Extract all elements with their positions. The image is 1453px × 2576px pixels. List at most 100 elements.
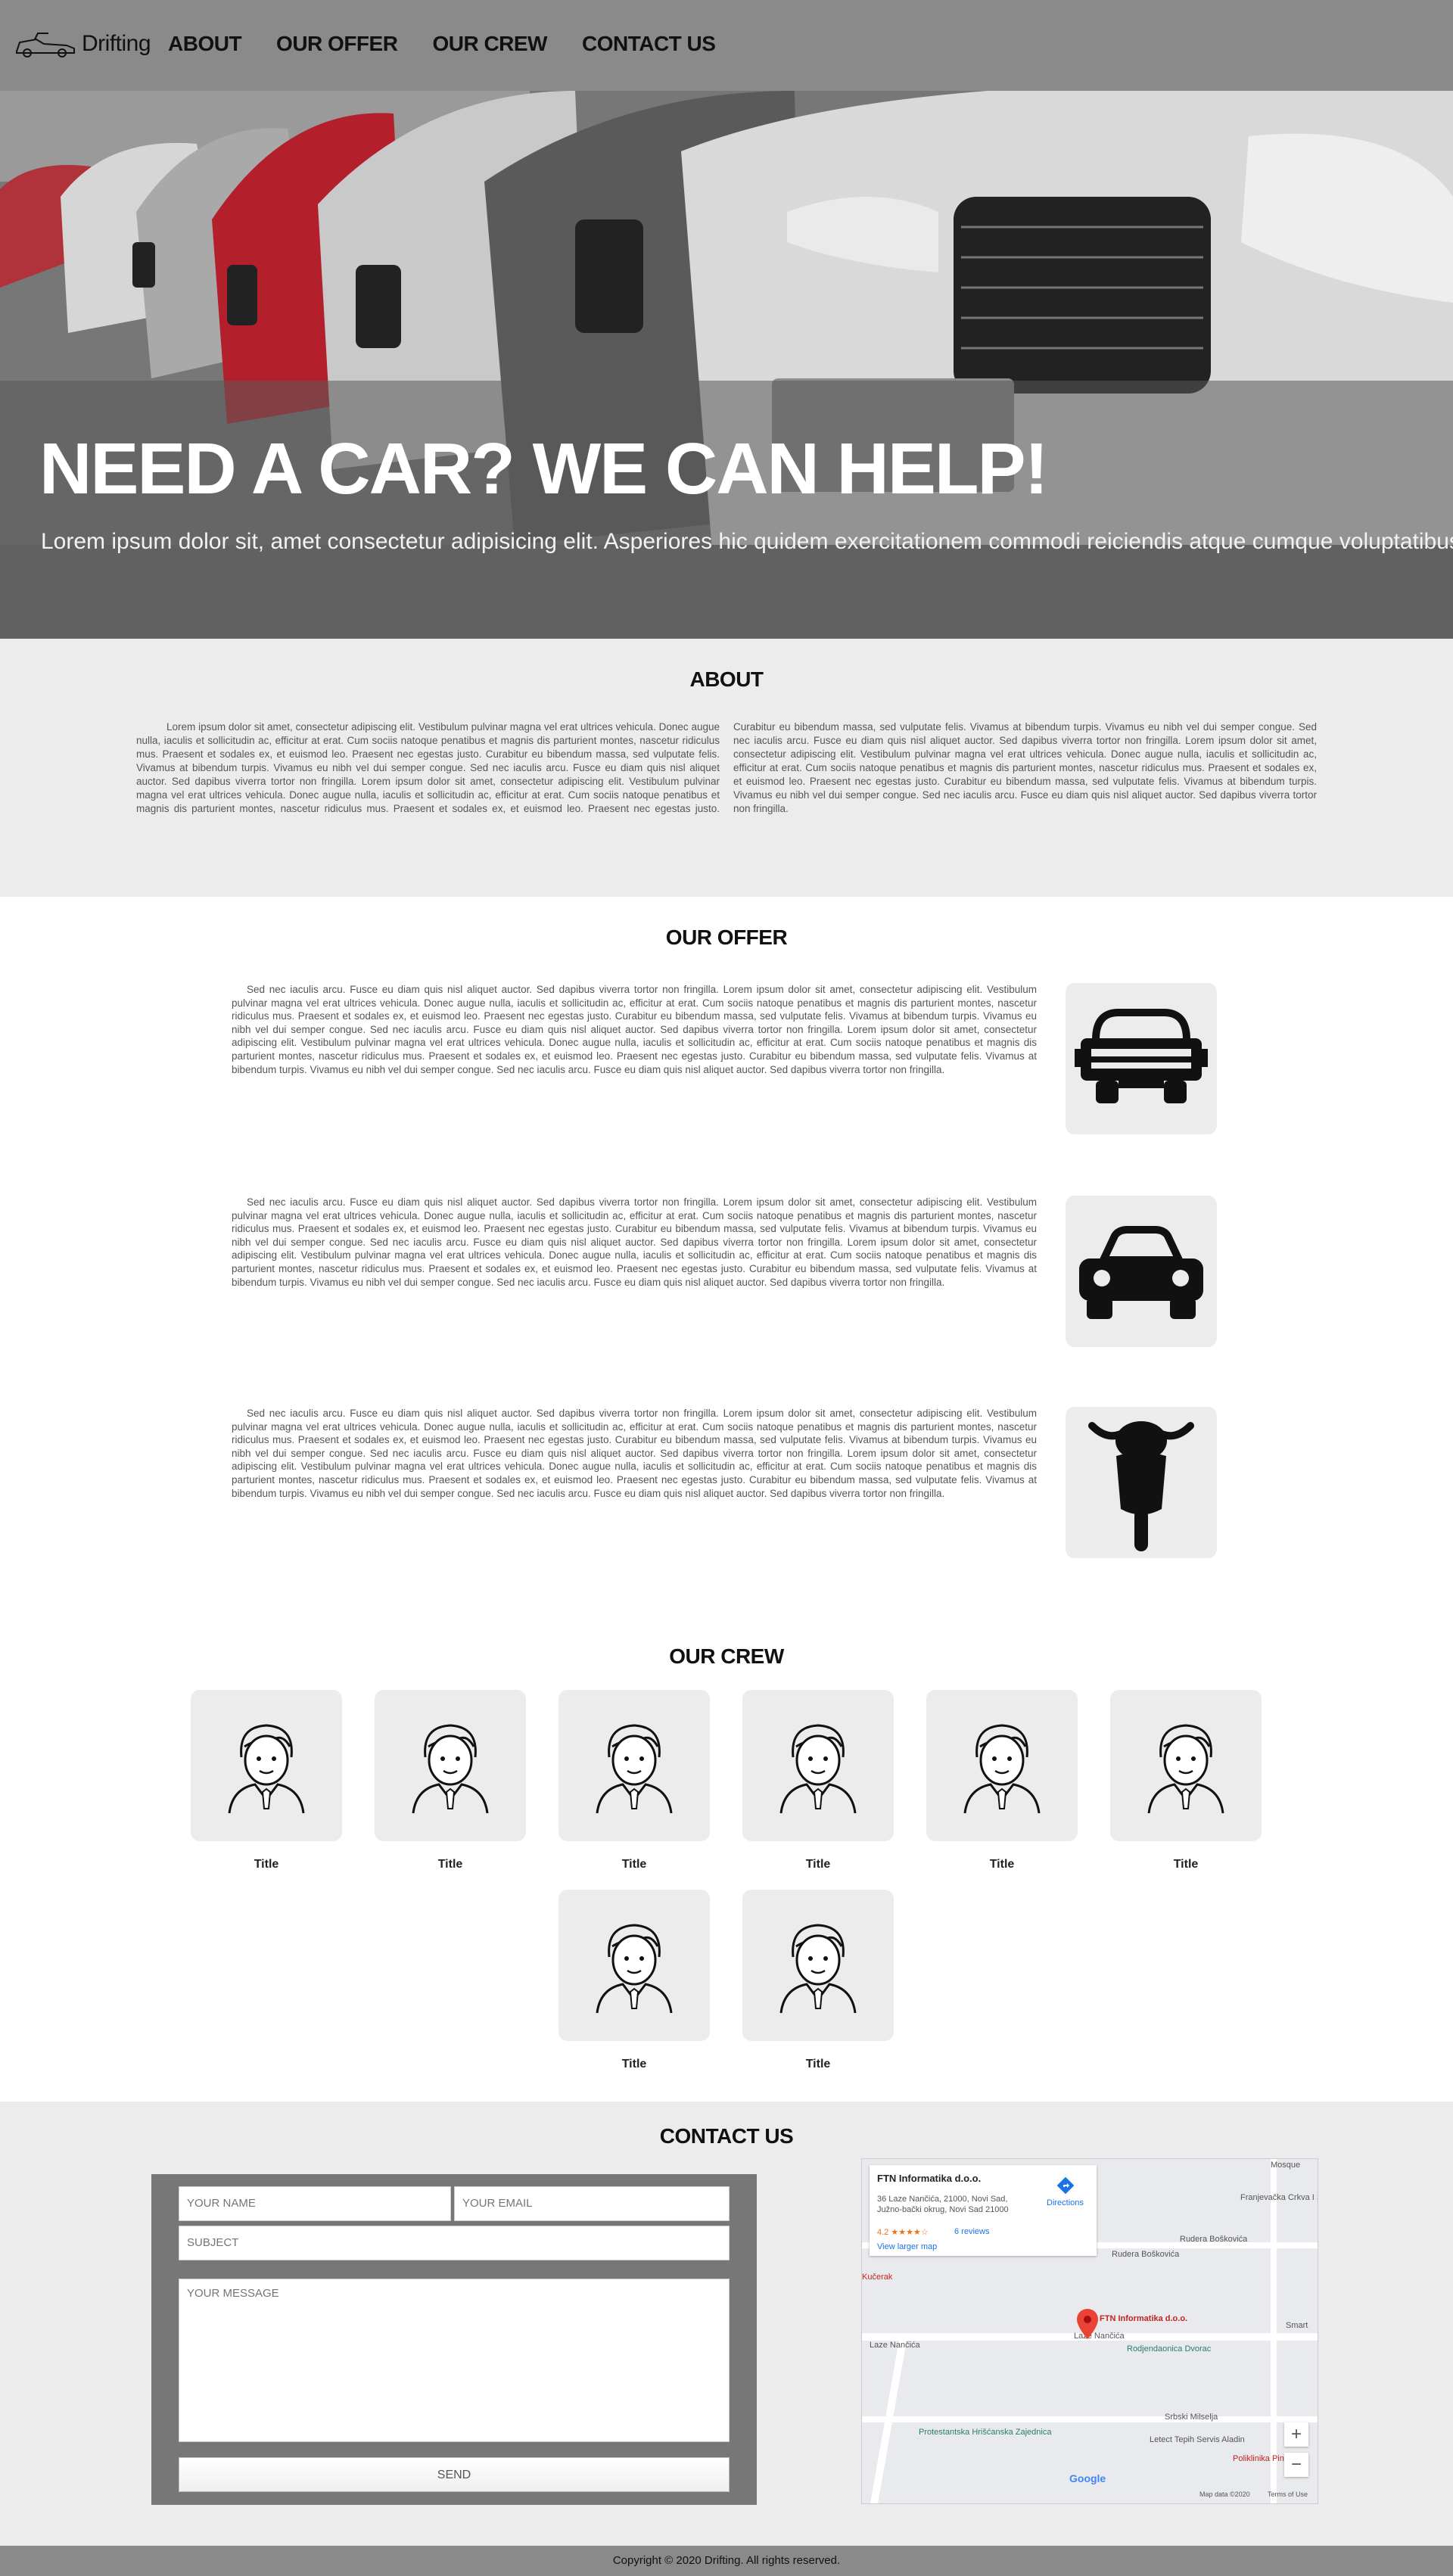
map-poi-label: Kučerak xyxy=(862,2273,893,2282)
crew-member-name: Title xyxy=(989,1858,1015,1871)
offer-text: Sed nec iaculis arcu. Fusce eu diam quis… xyxy=(232,984,1037,1075)
map-terms-link[interactable]: Terms of Use xyxy=(1268,2490,1308,2498)
map-pin-icon[interactable] xyxy=(1077,2309,1098,2339)
copyright-text: Copyright © 2020 Drifting. All rights re… xyxy=(612,2554,841,2567)
crew-card: Title xyxy=(742,1690,894,1871)
race-car-logo-icon xyxy=(16,33,75,58)
offer-icon-box xyxy=(1066,983,1217,1134)
offer-section: OUR OFFER Sed nec iaculis arcu. Fusce eu… xyxy=(0,897,1453,1623)
crew-card: Title xyxy=(558,1690,710,1871)
car-icon xyxy=(1079,1226,1203,1319)
navbar: Drifting ABOUT OUR OFFER OUR CREW CONTAC… xyxy=(0,0,1453,91)
person-avatar-icon xyxy=(596,1724,673,1814)
crew-card: Title xyxy=(191,1690,342,1871)
contact-title: CONTACT US xyxy=(659,2124,794,2148)
person-avatar-icon xyxy=(779,1924,857,2014)
offer-text: Sed nec iaculis arcu. Fusce eu diam quis… xyxy=(232,1408,1037,1499)
crew-card: Title xyxy=(926,1690,1078,1871)
crew-member-name: Title xyxy=(1173,1858,1199,1871)
map-poi-label: Mosque xyxy=(1271,2161,1301,2170)
hero-text: Lorem ipsum dolor sit, amet consectetur … xyxy=(41,529,1453,554)
nav-link-about[interactable]: ABOUT xyxy=(168,32,242,56)
about-section: ABOUT Lorem ipsum dolor sit amet, consec… xyxy=(0,639,1453,897)
avatar xyxy=(742,1890,894,2041)
directions-icon[interactable] xyxy=(1057,2177,1074,2194)
map-street-label: Rudera Boškovića xyxy=(1112,2250,1180,2259)
avatar xyxy=(191,1690,342,1841)
offer-icon-box xyxy=(1066,1196,1217,1347)
nav-links: ABOUT OUR OFFER OUR CREW CONTACT US xyxy=(168,32,716,56)
person-avatar-icon xyxy=(596,1924,673,2014)
person-avatar-icon xyxy=(963,1724,1041,1814)
brand-name: Drifting xyxy=(82,31,151,56)
crew-member-name: Title xyxy=(254,1858,279,1871)
avatar xyxy=(558,1890,710,2041)
map-reviews-link[interactable]: 6 reviews xyxy=(954,2227,989,2236)
offer-title: OUR OFFER xyxy=(665,926,788,949)
map-poi-label: Smart xyxy=(1286,2321,1308,2330)
map-info-card: FTN Informatika d.o.o. 36 Laze Nančića, … xyxy=(870,2165,1097,2256)
about-title: ABOUT xyxy=(689,667,764,691)
map-larger-link[interactable]: View larger map xyxy=(877,2242,937,2251)
nav-link-our-crew[interactable]: OUR CREW xyxy=(432,32,547,56)
nav-link-contact-us[interactable]: CONTACT US xyxy=(582,32,716,56)
map-poi-label: Franjevačka Crkva I Samostan Svetog... xyxy=(1240,2193,1318,2202)
email-field[interactable] xyxy=(454,2186,730,2221)
about-text: Lorem ipsum dolor sit amet, consectetur … xyxy=(136,721,1317,814)
brand[interactable]: Drifting xyxy=(14,29,151,59)
crew-card: Title xyxy=(375,1690,526,1871)
zoom-out-button[interactable]: − xyxy=(1284,2453,1308,2477)
map-poi-label: Protestantska Hrišćanska Zajednica xyxy=(919,2428,1052,2437)
jeep-icon xyxy=(1075,1009,1208,1103)
offer-item: Sed nec iaculis arcu. Fusce eu diam quis… xyxy=(232,1407,1217,1558)
person-avatar-icon xyxy=(412,1724,489,1814)
offer-item: Sed nec iaculis arcu. Fusce eu diam quis… xyxy=(232,1196,1217,1347)
name-field[interactable] xyxy=(179,2186,451,2221)
offer-item: Sed nec iaculis arcu. Fusce eu diam quis… xyxy=(232,983,1217,1134)
map-road xyxy=(862,2416,1318,2422)
crew-member-name: Title xyxy=(621,1858,647,1871)
person-avatar-icon xyxy=(1147,1724,1224,1814)
crew-card: Title xyxy=(558,1890,710,2071)
map-rating: 4.2 ★★★★☆ xyxy=(877,2228,929,2237)
hero-title: NEED A CAR? WE CAN HELP! xyxy=(39,428,1049,509)
map-attribution: Map data ©2020 xyxy=(1199,2490,1250,2498)
map-street-label: Srbski Milselja xyxy=(1165,2413,1218,2422)
crew-member-name: Title xyxy=(805,2058,831,2070)
send-button[interactable]: SEND xyxy=(179,2457,730,2492)
crew-member-name: Title xyxy=(805,1858,831,1871)
map-embed[interactable]: FTN Informatika d.o.o. 36 Laze Nančića, … xyxy=(861,2158,1318,2504)
offer-text: Sed nec iaculis arcu. Fusce eu diam quis… xyxy=(232,1196,1037,1288)
message-field[interactable] xyxy=(179,2279,730,2442)
avatar xyxy=(1110,1690,1262,1841)
subject-field[interactable] xyxy=(179,2226,730,2260)
google-logo: Google xyxy=(1069,2472,1106,2484)
crew-title: OUR CREW xyxy=(669,1644,784,1668)
avatar xyxy=(375,1690,526,1841)
avatar xyxy=(742,1690,894,1841)
map-street-label: Laze Nančića xyxy=(870,2341,920,2350)
map-poi-label: Rodjendaonica Dvorac xyxy=(1127,2344,1212,2354)
hero-banner: NEED A CAR? WE CAN HELP! Lorem ipsum dol… xyxy=(0,91,1453,639)
contact-form: SEND xyxy=(151,2174,757,2505)
motorcycle-icon xyxy=(1088,1421,1194,1551)
nav-link-our-offer[interactable]: OUR OFFER xyxy=(276,32,398,56)
avatar xyxy=(926,1690,1078,1841)
map-pin-label: FTN Informatika d.o.o. xyxy=(1100,2314,1188,2323)
person-avatar-icon xyxy=(228,1724,305,1814)
map-poi-label: Letect Tepih Servis Aladin xyxy=(1150,2435,1245,2444)
contact-section: CONTACT US SEND FTN Informatika d.o.o. 3… xyxy=(0,2102,1453,2546)
crew-section: OUR CREW Title Title Title Title Title Title T… xyxy=(0,1623,1453,2102)
map-street-label: Rudera Boškovića xyxy=(1180,2235,1248,2244)
map-place-name: FTN Informatika d.o.o. xyxy=(877,2173,982,2184)
zoom-in-button[interactable]: + xyxy=(1284,2422,1308,2447)
footer: Copyright © 2020 Drifting. All rights re… xyxy=(0,2546,1453,2576)
person-avatar-icon xyxy=(779,1724,857,1814)
crew-member-name: Title xyxy=(621,2058,647,2070)
crew-member-name: Title xyxy=(437,1858,463,1871)
map-road xyxy=(1271,2159,1277,2503)
map-directions-link[interactable]: Directions xyxy=(1047,2198,1084,2207)
crew-card: Title xyxy=(1110,1690,1262,1871)
crew-card: Title xyxy=(742,1890,894,2071)
offer-icon-box xyxy=(1066,1407,1217,1558)
